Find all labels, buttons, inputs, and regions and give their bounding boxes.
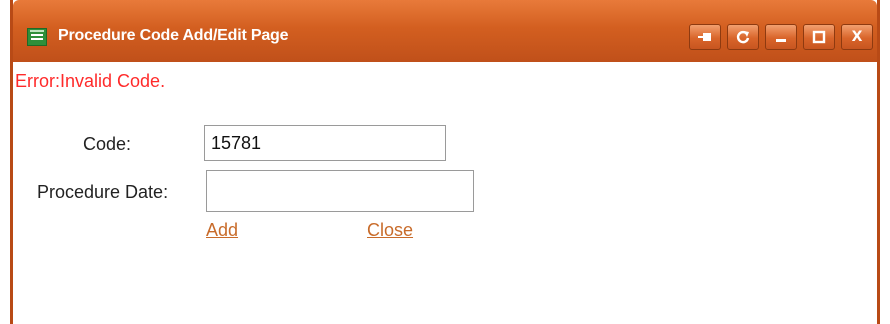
close-link[interactable]: Close <box>367 220 413 241</box>
pin-button[interactable] <box>689 24 721 50</box>
minimize-icon <box>774 30 788 44</box>
title-bar[interactable]: Procedure Code Add/Edit Page X <box>13 0 877 62</box>
title-bar-buttons: X <box>689 24 873 50</box>
close-button[interactable]: X <box>841 24 873 50</box>
error-message: Error:Invalid Code. <box>15 71 166 91</box>
procedure-date-label: Procedure Date: <box>37 182 169 202</box>
code-label: Code: <box>83 134 132 154</box>
procedure-date-input[interactable] <box>206 170 474 212</box>
pin-icon <box>697 30 713 44</box>
minimize-button[interactable] <box>765 24 797 50</box>
close-icon: X <box>851 29 863 45</box>
maximize-button[interactable] <box>803 24 835 50</box>
add-link[interactable]: Add <box>206 220 238 241</box>
code-input[interactable] <box>204 125 446 161</box>
window-app-icon <box>27 28 47 46</box>
refresh-icon <box>735 29 751 45</box>
maximize-icon <box>812 30 826 44</box>
dialog-content: Error:Invalid Code. Code: Procedure Date… <box>13 62 877 324</box>
window-title: Procedure Code Add/Edit Page <box>58 27 289 44</box>
refresh-button[interactable] <box>727 24 759 50</box>
dialog-window: Procedure Code Add/Edit Page X Error:Inv… <box>10 0 880 324</box>
page: Procedure Code Add/Edit Page X Error:Inv… <box>0 0 890 324</box>
